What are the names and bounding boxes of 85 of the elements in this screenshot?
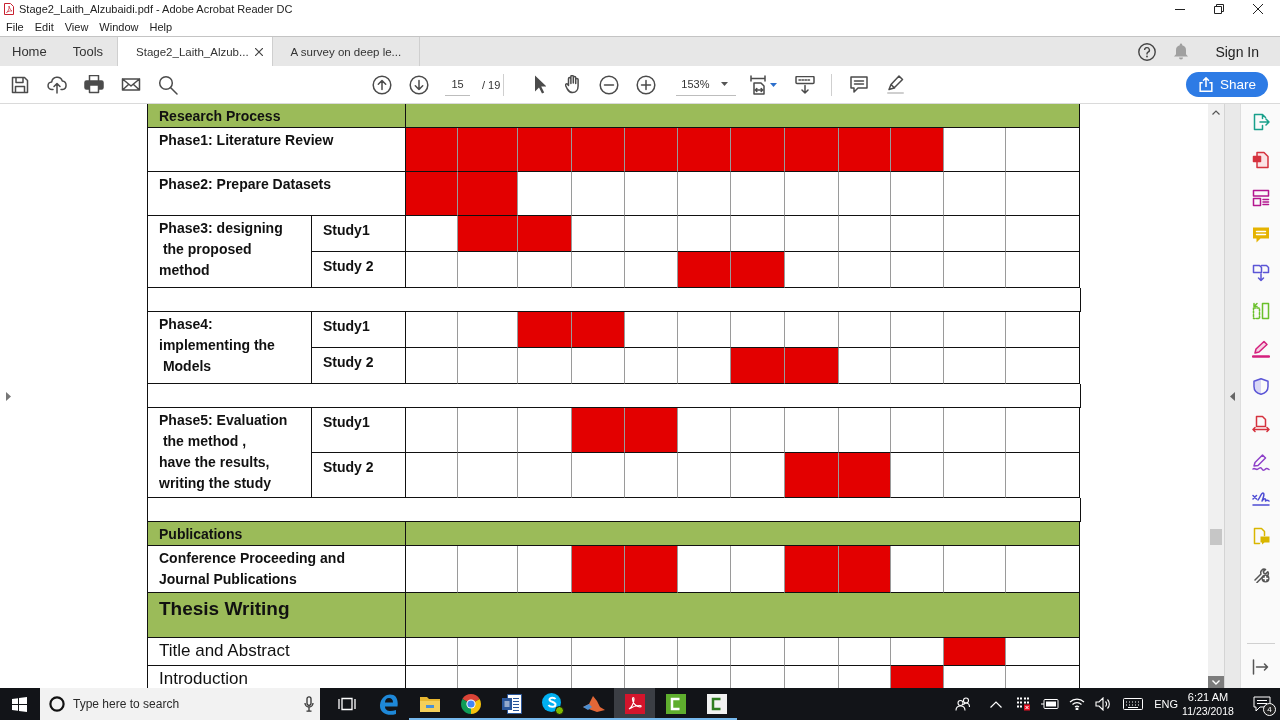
caret-icon	[721, 82, 729, 86]
sign-in-link[interactable]: Sign In	[1215, 43, 1259, 60]
volume-icon[interactable]	[1095, 697, 1112, 711]
page-count: / 19	[482, 78, 501, 91]
menu-item[interactable]: Window	[95, 20, 143, 34]
bracket-tile-icon	[706, 694, 727, 714]
bracket-tile-icon	[665, 694, 686, 714]
layout-icon[interactable]	[1251, 189, 1270, 207]
save-icon[interactable]	[10, 74, 30, 95]
menu-item[interactable]: Edit	[30, 20, 58, 34]
arrow-down-circle-icon[interactable]	[409, 74, 429, 95]
sign-here-icon[interactable]	[1251, 491, 1270, 507]
minimize-icon[interactable]	[1175, 8, 1185, 10]
chapter-heading: Thesis Writing	[148, 593, 406, 638]
comment-icon[interactable]	[849, 76, 870, 93]
highlighter-icon[interactable]	[886, 75, 905, 94]
grid-alert-icon[interactable]	[1015, 696, 1032, 712]
zoom-out-icon[interactable]	[599, 74, 620, 95]
menu-item[interactable]: View	[60, 20, 93, 34]
wrench-plus-icon[interactable]	[1251, 565, 1270, 583]
zoom-in-icon[interactable]	[636, 74, 657, 95]
document-arrow-icon[interactable]	[1251, 113, 1270, 131]
collapse-panel-icon[interactable]	[1252, 659, 1269, 675]
hand-icon[interactable]	[565, 75, 581, 94]
e-logo-icon	[378, 693, 399, 715]
tab[interactable]: A survey on deep le...	[271, 37, 420, 66]
s-logo-icon	[541, 693, 564, 715]
signature-pen-icon[interactable]	[1251, 453, 1270, 471]
document-icon[interactable]	[1251, 151, 1270, 169]
wifi-icon[interactable]	[1069, 698, 1086, 710]
task-view-icon[interactable]	[338, 696, 356, 712]
scroll-mode-icon[interactable]	[795, 75, 816, 94]
document-app-icon	[501, 694, 522, 714]
share-button[interactable]: Share	[1185, 72, 1268, 97]
microphone-icon[interactable]	[304, 696, 314, 712]
menu-item[interactable]: Help	[145, 20, 177, 34]
pointer-icon[interactable]	[534, 75, 547, 94]
cloud-upload-icon[interactable]	[47, 75, 67, 94]
document-resize-icon[interactable]	[1251, 415, 1270, 433]
chevron-up-icon[interactable]	[1212, 110, 1220, 115]
section-heading: Publications	[148, 522, 406, 546]
print-icon[interactable]	[84, 75, 104, 94]
caret-icon[interactable]	[770, 82, 778, 87]
shield-icon[interactable]	[1252, 378, 1269, 395]
pen-icon[interactable]	[1251, 340, 1270, 358]
fit-page-icon[interactable]	[749, 74, 768, 95]
tab[interactable]: Home	[0, 37, 61, 66]
notification-badge: 4	[1263, 703, 1276, 716]
start-icon[interactable]	[12, 696, 27, 712]
notification-icon[interactable]	[1253, 696, 1271, 712]
entry-label: Title and Abstract	[148, 638, 406, 666]
menu-item[interactable]: File	[2, 20, 28, 34]
window-title: Stage2_Laith_Alzubaidi.pdf - Adobe Acrobat Reader DC	[19, 2, 293, 16]
folder-icon	[419, 696, 440, 712]
pdf-logo-icon	[624, 694, 645, 714]
people-icon[interactable]	[955, 697, 972, 711]
scroll-down-button[interactable]	[1208, 676, 1224, 688]
pdf-file-icon	[4, 3, 14, 15]
tab[interactable]: Stage2_Laith_Alzub...	[117, 37, 273, 66]
mail-icon[interactable]	[121, 78, 141, 91]
scrollbar-thumb[interactable]	[1210, 529, 1222, 545]
arrow-up-circle-icon[interactable]	[372, 74, 392, 95]
tab[interactable]: Tools	[60, 37, 118, 66]
documents-arrow-icon[interactable]	[1251, 264, 1270, 282]
search-icon[interactable]	[158, 74, 178, 95]
close-icon[interactable]	[254, 47, 263, 56]
peak-shape-icon	[582, 696, 605, 712]
caret-left-icon[interactable]	[1230, 391, 1235, 401]
language-indicator[interactable]: ENG	[1154, 698, 1178, 710]
caret-right-icon[interactable]	[5, 391, 11, 401]
restore-icon[interactable]	[1214, 4, 1224, 14]
search-field[interactable]: Type here to search	[40, 688, 320, 720]
section-heading: Research Process	[148, 104, 406, 128]
share-icon	[1198, 77, 1213, 92]
keyboard-icon[interactable]	[1123, 698, 1144, 710]
chevron-down-icon	[1212, 679, 1220, 685]
page-number-field[interactable]: 15	[445, 73, 470, 96]
color-wheel-icon	[460, 694, 481, 714]
ring-icon	[49, 696, 65, 712]
clock[interactable]: 6:21 AM 11/23/2018	[1180, 690, 1236, 718]
taskbar-button[interactable]	[614, 688, 655, 720]
battery-icon[interactable]	[1041, 699, 1060, 709]
close-icon[interactable]	[1253, 4, 1263, 14]
help-icon[interactable]	[1138, 42, 1157, 61]
zoom-field[interactable]: 153%	[676, 73, 737, 96]
